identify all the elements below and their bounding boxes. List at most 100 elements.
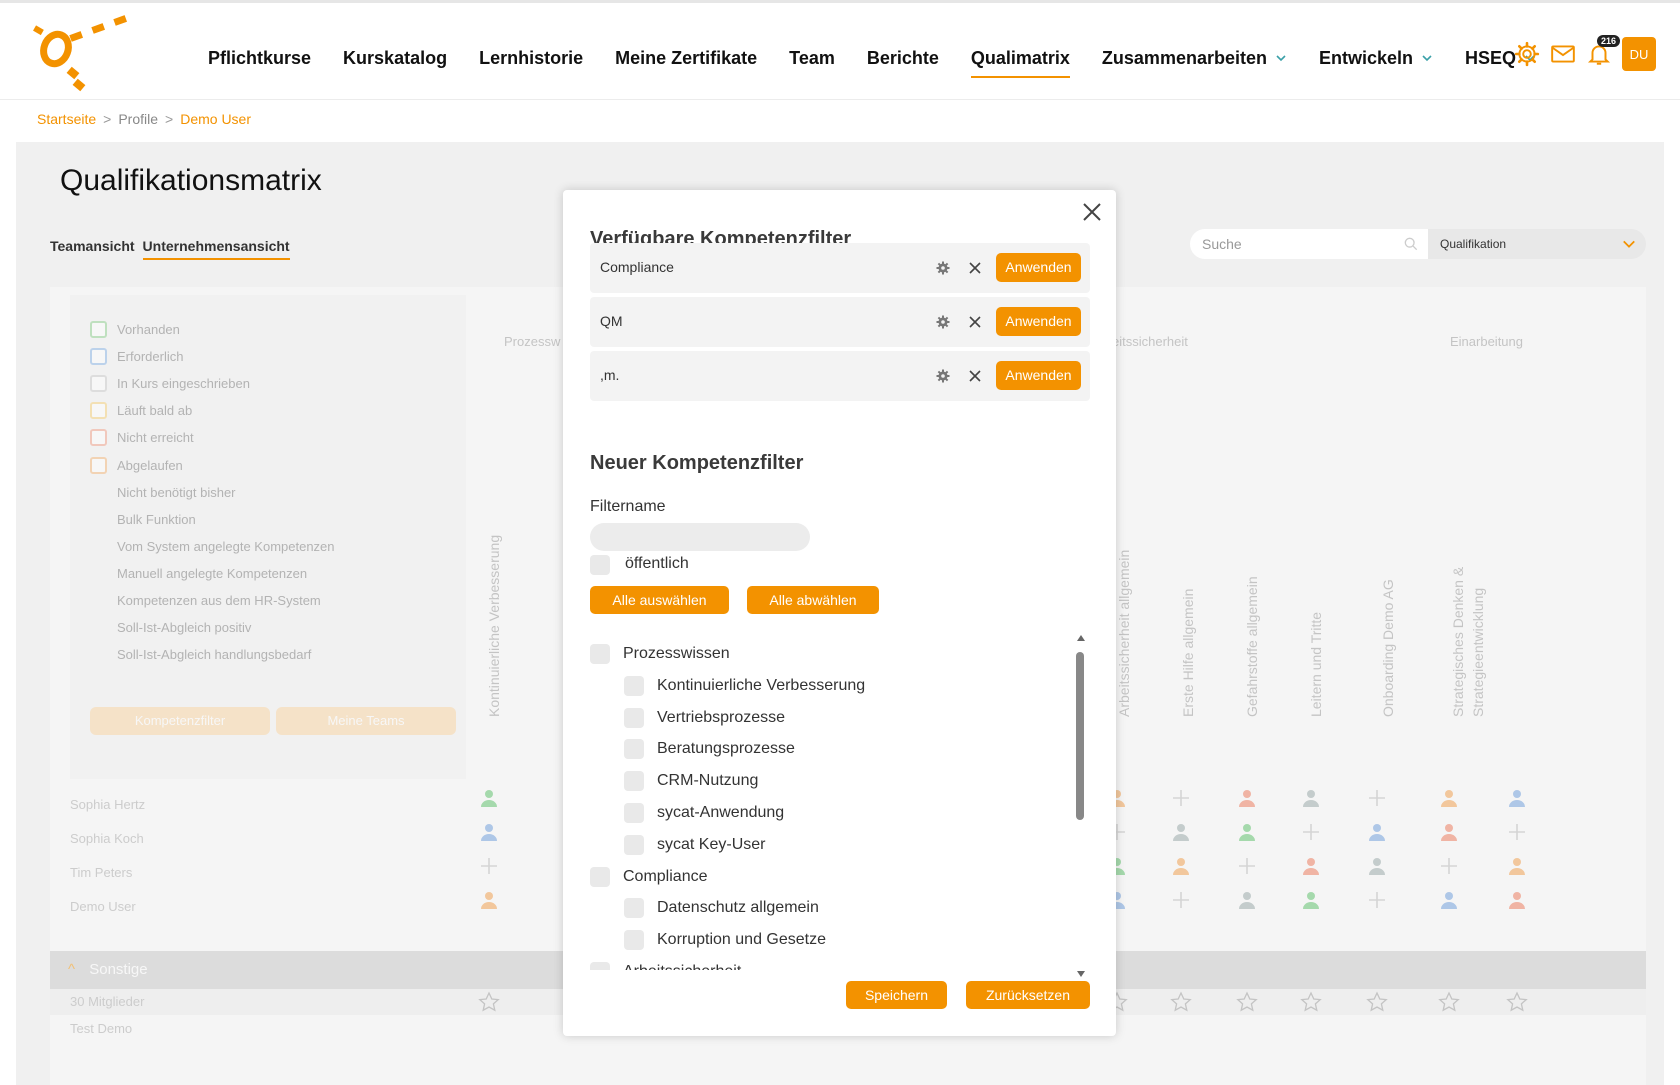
plus-icon[interactable] bbox=[1366, 787, 1388, 809]
person-icon[interactable] bbox=[1506, 787, 1528, 809]
apply-filter-button[interactable]: Anwenden bbox=[996, 361, 1081, 390]
nav-item-8[interactable]: Entwickeln bbox=[1319, 48, 1433, 69]
saved-filter-row: Compliance Anwenden bbox=[590, 243, 1090, 293]
tree-checkbox[interactable] bbox=[590, 962, 610, 970]
company-logo[interactable] bbox=[30, 9, 140, 99]
scroll-down-icon[interactable] bbox=[1076, 970, 1086, 978]
plus-icon[interactable] bbox=[1506, 821, 1528, 843]
star-icon[interactable] bbox=[1366, 991, 1388, 1013]
search-input[interactable]: Suche bbox=[1190, 229, 1428, 259]
person-icon[interactable] bbox=[1236, 787, 1258, 809]
person-icon[interactable] bbox=[478, 889, 500, 911]
person-icon[interactable] bbox=[1438, 787, 1460, 809]
person-icon[interactable] bbox=[1170, 821, 1192, 843]
star-icon[interactable] bbox=[1300, 991, 1322, 1013]
tree-item-label: sycat-Anwendung bbox=[657, 804, 785, 821]
table-row-name[interactable]: Tim Peters bbox=[70, 865, 132, 880]
breadcrumb-home[interactable]: Startseite bbox=[37, 111, 96, 127]
plus-icon[interactable] bbox=[1236, 855, 1258, 877]
nav-item-2[interactable]: Lernhistorie bbox=[479, 48, 583, 69]
close-icon[interactable] bbox=[967, 260, 983, 276]
bell-button[interactable]: 216 bbox=[1586, 35, 1620, 67]
table-row-name[interactable]: Sophia Hertz bbox=[70, 797, 145, 812]
nav-item-5[interactable]: Berichte bbox=[867, 48, 939, 69]
gear-icon[interactable] bbox=[935, 368, 951, 384]
person-icon[interactable] bbox=[1236, 889, 1258, 911]
legend-label: Vorhanden bbox=[117, 322, 180, 337]
tree-checkbox[interactable] bbox=[624, 771, 644, 792]
nav-item-3[interactable]: Meine Zertifikate bbox=[615, 48, 757, 69]
person-icon[interactable] bbox=[1366, 821, 1388, 843]
plus-icon[interactable] bbox=[1170, 787, 1192, 809]
breadcrumb-profile[interactable]: Profile bbox=[118, 111, 158, 127]
person-icon[interactable] bbox=[1438, 821, 1460, 843]
nav-item-4[interactable]: Team bbox=[789, 48, 835, 69]
nav-item-1[interactable]: Kurskatalog bbox=[343, 48, 447, 69]
view-select[interactable]: Qualifikation bbox=[1428, 229, 1646, 259]
star-icon[interactable] bbox=[1438, 991, 1460, 1013]
close-icon[interactable] bbox=[967, 368, 983, 384]
plus-icon[interactable] bbox=[1366, 889, 1388, 911]
gear-icon[interactable] bbox=[1514, 41, 1540, 67]
reset-button[interactable]: Zurücksetzen bbox=[966, 981, 1090, 1009]
new-filter-title: Neuer Kompetenzfilter bbox=[590, 452, 804, 474]
person-icon[interactable] bbox=[1300, 889, 1322, 911]
tab-team-view[interactable]: Teamansicht bbox=[50, 238, 135, 260]
tree-checkbox[interactable] bbox=[624, 675, 644, 696]
tree-checkbox[interactable] bbox=[624, 834, 644, 855]
nav-item-0[interactable]: Pflichtkurse bbox=[208, 48, 311, 69]
tree-checkbox[interactable] bbox=[590, 866, 610, 887]
mail-icon[interactable] bbox=[1550, 41, 1576, 67]
user-avatar[interactable]: DU bbox=[1622, 37, 1656, 71]
save-button[interactable]: Speichern bbox=[846, 981, 947, 1009]
person-icon[interactable] bbox=[1366, 855, 1388, 877]
tree-checkbox[interactable] bbox=[590, 644, 610, 664]
apply-filter-button[interactable]: Anwenden bbox=[996, 307, 1081, 336]
saved-filter-name: Compliance bbox=[600, 259, 674, 275]
table-row-name[interactable]: Test Demo bbox=[70, 1021, 132, 1036]
star-icon[interactable] bbox=[478, 991, 500, 1013]
scroll-up-icon[interactable] bbox=[1076, 634, 1086, 642]
gear-icon[interactable] bbox=[935, 314, 951, 330]
public-checkbox[interactable] bbox=[590, 555, 610, 575]
plus-icon[interactable] bbox=[478, 855, 500, 877]
plus-icon[interactable] bbox=[1438, 855, 1460, 877]
tree-checkbox[interactable] bbox=[624, 930, 644, 951]
apply-filter-button[interactable]: Anwenden bbox=[996, 253, 1081, 282]
star-icon[interactable] bbox=[1506, 991, 1528, 1013]
close-icon[interactable] bbox=[967, 314, 983, 330]
person-icon[interactable] bbox=[1300, 855, 1322, 877]
tree-scrollbar-thumb[interactable] bbox=[1076, 652, 1084, 820]
star-icon[interactable] bbox=[1236, 991, 1258, 1013]
filtername-input[interactable] bbox=[590, 523, 810, 551]
nav-item-6[interactable]: Qualimatrix bbox=[970, 48, 1070, 78]
person-icon[interactable] bbox=[1506, 855, 1528, 877]
tree-checkbox[interactable] bbox=[624, 707, 644, 728]
tab-company-view[interactable]: Unternehmensansicht bbox=[142, 238, 290, 260]
person-icon[interactable] bbox=[1170, 855, 1192, 877]
competence-tree: Prozesswissen Kontinuierliche Verbesserun… bbox=[563, 630, 1116, 970]
select-all-button[interactable]: Alle auswählen bbox=[590, 586, 729, 614]
competence-filter-button[interactable]: Kompetenzfilter bbox=[90, 707, 270, 735]
deselect-all-button[interactable]: Alle abwählen bbox=[747, 586, 879, 614]
person-icon[interactable] bbox=[478, 787, 500, 809]
person-icon[interactable] bbox=[1438, 889, 1460, 911]
my-teams-button[interactable]: Meine Teams bbox=[276, 707, 456, 735]
tree-checkbox[interactable] bbox=[624, 739, 644, 760]
legend-item: Nicht erreicht bbox=[90, 429, 194, 447]
column-header: Arbeitssicherheit allgemein bbox=[1116, 377, 1134, 717]
table-row-name[interactable]: Sophia Koch bbox=[70, 831, 144, 846]
star-icon[interactable] bbox=[1170, 991, 1192, 1013]
plus-icon[interactable] bbox=[1170, 889, 1192, 911]
close-icon[interactable] bbox=[1080, 200, 1104, 224]
nav-item-7[interactable]: Zusammenarbeiten bbox=[1102, 48, 1287, 69]
person-icon[interactable] bbox=[1300, 787, 1322, 809]
tree-checkbox[interactable] bbox=[624, 898, 644, 919]
person-icon[interactable] bbox=[1236, 821, 1258, 843]
tree-checkbox[interactable] bbox=[624, 803, 644, 823]
gear-icon[interactable] bbox=[935, 260, 951, 276]
person-icon[interactable] bbox=[1506, 889, 1528, 911]
person-icon[interactable] bbox=[478, 821, 500, 843]
plus-icon[interactable] bbox=[1300, 821, 1322, 843]
table-row-name[interactable]: Demo User bbox=[70, 899, 136, 914]
